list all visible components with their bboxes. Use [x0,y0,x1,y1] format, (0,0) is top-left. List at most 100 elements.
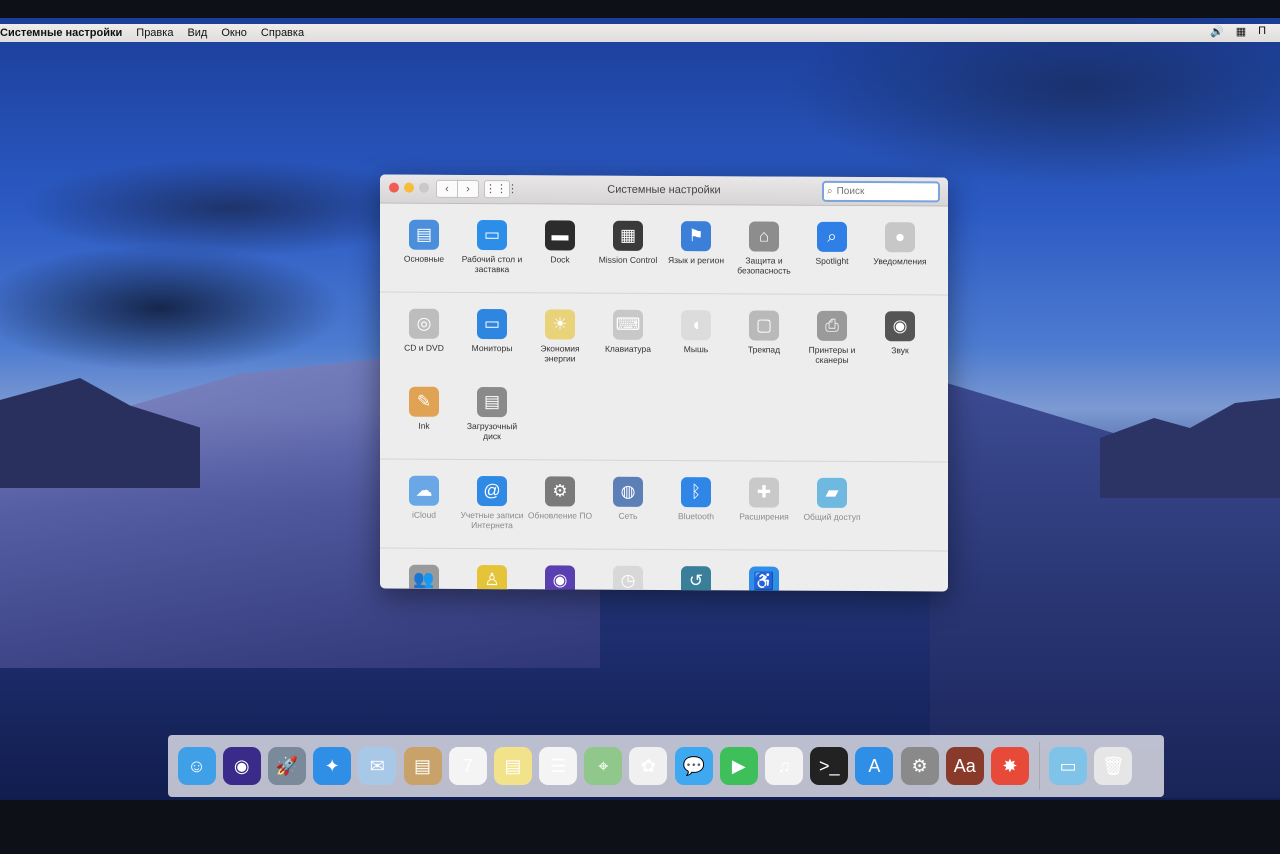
pane-language-flag[interactable]: ⚑ Язык и регион [662,211,730,289]
photos-icon[interactable]: ✿ [629,747,668,785]
pane-software-update-gear[interactable]: ⚙ Обновление ПО [526,466,594,544]
pane-displays[interactable]: ▭ Мониторы [458,299,526,377]
search-field[interactable]: ⌕ [822,180,940,203]
pane-notifications[interactable]: ● Уведомления [866,212,934,290]
pane-users-groups[interactable]: 👥Пользователи и группы [390,555,458,592]
network-globe-icon: ◍ [613,476,643,507]
pane-mouse[interactable]: ◖ Мышь [662,300,730,378]
pane-siri[interactable]: ◉Siri [526,555,594,592]
facetime-icon[interactable]: ▶ [719,747,758,785]
pane-icloud[interactable]: ☁ iCloud [390,466,458,544]
contacts-icon[interactable]: ▤ [403,747,442,785]
pane-extensions-puzzle[interactable]: ✚ Расширения [730,467,798,545]
pane-label: Язык и регион [667,255,725,266]
spotlight-icon: ⌕ [817,221,847,252]
pane-printer[interactable]: ⎙ Принтеры и сканеры [798,301,866,379]
menu-edit[interactable]: Правка [129,27,180,39]
feedback-icon[interactable]: ✸ [990,747,1029,785]
system-preferences-gear-icon[interactable]: ⚙ [900,747,939,785]
pane-sound-speaker[interactable]: ◉ Звук [866,301,934,379]
safari-compass-icon[interactable]: ✦ [313,747,352,785]
icloud-icon: ☁ [409,475,439,506]
app-store-icon[interactable]: A [855,747,894,785]
finder-icon[interactable]: ☺ [177,747,216,785]
sound-speaker-icon: ◉ [885,311,915,342]
launchpad-rocket-icon[interactable]: 🚀 [267,747,306,785]
volume-icon[interactable]: 🔊 [1210,25,1224,38]
pane-label: Mission Control [598,254,658,265]
pane-trackpad[interactable]: ▢ Трекпад [730,300,798,378]
pane-sharing-folder[interactable]: ▰ Общий доступ [798,468,866,546]
pane-label: Dock [550,254,570,265]
startup-disk-icon: ▤ [477,387,507,418]
pane-parental-controls[interactable]: ♙Родительский контроль [458,555,526,592]
notifications-icon: ● [885,222,915,253]
pane-mission-control[interactable]: ▦ Mission Control [594,211,662,289]
menu-window[interactable]: Окно [214,27,254,39]
pane-internet-accounts[interactable]: @ Учетные записи Интернета [458,466,526,544]
pane-security-house[interactable]: ⌂ Защита и безопасность [730,211,798,289]
pane-general[interactable]: ▤ Основные [390,210,458,288]
wallpaper-mountain-right [1100,398,1280,498]
messages-icon[interactable]: 💬 [674,747,713,785]
menu-help[interactable]: Справка [254,27,311,39]
pane-label: Spotlight [815,255,849,266]
trash-icon[interactable]: 🗑 [1094,747,1133,785]
pane-label: Обновление ПО [527,510,593,521]
pane-label: Расширения [739,511,789,522]
software-update-gear-icon: ⚙ [545,476,575,507]
pane-label: Звук [891,345,909,356]
pane-date-time-clock[interactable]: ◷Дата и время [594,556,662,592]
pane-label: Экономия энергии [540,343,580,364]
dock-icon: ▬ [545,220,575,251]
pane-bluetooth[interactable]: ᛒ Bluetooth [662,467,730,545]
menu-status-area: 🔊 ▦ П [1210,25,1266,38]
pane-label: Мышь [683,344,709,355]
pane-cd-dvd[interactable]: ◎ CD и DVD [390,299,458,377]
pane-label: iCloud [411,509,437,520]
date-time-clock-icon: ◷ [613,565,643,592]
window-titlebar[interactable]: ‹ › ⋮⋮⋮ Системные настройки ⌕ [380,174,948,207]
menu-view[interactable]: Вид [180,27,214,39]
pane-label: Учетные записи Интернета [460,509,524,531]
internet-accounts-icon: @ [477,476,507,507]
language-flag-icon: ⚑ [681,221,711,252]
pane-label: Ink [418,420,430,431]
menu-clock-partial[interactable]: П [1258,25,1266,38]
pane-spotlight[interactable]: ⌕ Spotlight [798,212,866,290]
siri-icon[interactable]: ◉ [222,747,261,785]
menu-app-name[interactable]: Системные настройки [0,27,129,39]
input-source-icon[interactable]: ▦ [1236,25,1246,38]
pane-ink[interactable]: ✎ Ink [390,377,458,455]
pane-label: Общий доступ [803,511,861,523]
mail-stamp-icon[interactable]: ✉ [358,747,397,785]
terminal-icon[interactable]: >_ [810,747,849,785]
notes-icon[interactable]: ▤ [493,747,532,785]
pane-label: Bluetooth [678,511,714,522]
accessibility-icon: ♿ [749,566,779,592]
calendar-icon[interactable]: 7 [448,747,487,785]
bluetooth-icon: ᛒ [681,477,711,508]
siri-icon: ◉ [545,565,575,592]
reminders-icon[interactable]: ☰ [539,747,578,785]
pane-desktop[interactable]: ▭ Рабочий стол и заставка [458,210,526,288]
pane-time-machine[interactable]: ↺Time Machine [662,556,730,592]
pane-network-globe[interactable]: ◍ Сеть [594,467,662,545]
pane-energy-bulb[interactable]: ☀ Экономия энергии [526,299,594,377]
pane-label: Сеть [618,510,638,521]
downloads-folder-icon[interactable]: ▭ [1049,747,1088,785]
pane-label: Основные [403,253,445,264]
pane-startup-disk[interactable]: ▤ Загрузочный диск [458,377,526,455]
mission-control-icon: ▦ [613,220,643,251]
pane-dock[interactable]: ▬ Dock [526,210,594,288]
search-input[interactable] [834,184,929,199]
desktop-icon: ▭ [477,220,507,251]
pane-label: Мониторы [471,342,513,354]
itunes-icon[interactable]: ♫ [765,747,804,785]
pane-accessibility[interactable]: ♿Универсальный доступ [730,556,798,592]
pane-keyboard[interactable]: ⌨ Клавиатура [594,300,662,378]
ink-icon: ✎ [409,386,439,417]
maps-icon[interactable]: ⌖ [584,747,623,785]
pane-label: CD и DVD [404,342,444,353]
dictionary-book-icon[interactable]: Aa [945,747,984,785]
